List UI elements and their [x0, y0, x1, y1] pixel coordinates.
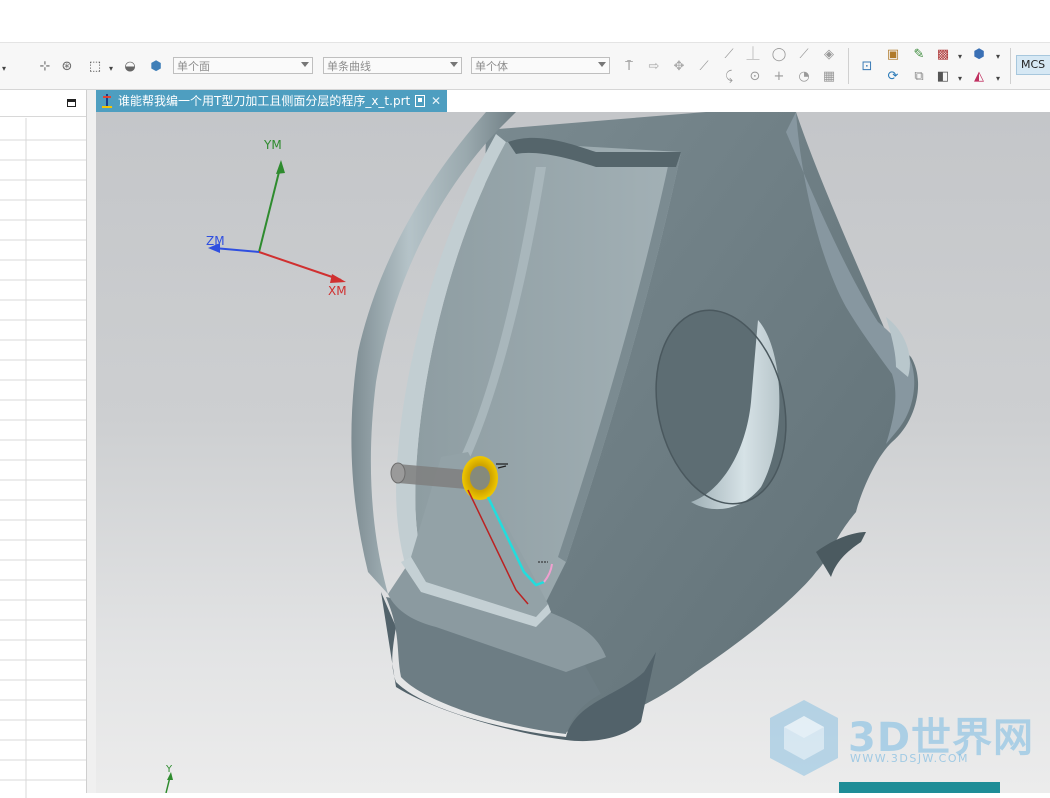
arrow-right-icon[interactable]: ⇨ — [645, 57, 663, 75]
fit-view-icon[interactable]: ⊡ — [858, 57, 876, 75]
toolbar-separator — [1010, 48, 1011, 84]
navigator-grid — [0, 118, 86, 798]
curve-filter-select[interactable]: 单条曲线 — [323, 57, 462, 74]
part-file-icon — [102, 94, 112, 108]
snap-point-icon[interactable]: ⊹ — [36, 57, 54, 75]
snap-arc-center-icon[interactable]: ⊙ — [746, 67, 764, 85]
select-filter-icon[interactable]: ⊛ — [58, 57, 76, 75]
chevron-down-icon — [450, 62, 458, 67]
axis-label-xm: XM — [328, 284, 347, 298]
modified-file-icon — [415, 95, 425, 107]
background-dropdown-icon[interactable]: ▾ — [994, 70, 1002, 88]
snap-quadrant-icon[interactable]: ◔ — [795, 67, 813, 85]
axis-y-line — [258, 163, 282, 253]
snap-face-icon[interactable]: ◈ — [820, 45, 838, 63]
close-icon[interactable]: ✕ — [431, 90, 443, 112]
snap-intersection-icon[interactable]: ⏊ — [744, 45, 762, 63]
snap-filter-icon[interactable]: ⍑ — [620, 57, 638, 75]
navigator-panel — [0, 90, 87, 798]
tool-shank-end — [390, 462, 406, 484]
snap-midpoint-icon[interactable]: ⟋ — [720, 45, 738, 63]
snap-grid-icon[interactable]: ▦ — [820, 67, 838, 85]
mcs-button[interactable]: MCS — [1016, 55, 1050, 75]
render-style-dropdown-icon[interactable]: ▾ — [956, 48, 964, 66]
layer-icon[interactable]: ⧉ — [910, 67, 928, 85]
watermark-url: WWW.3DSJW.COM — [850, 752, 969, 765]
snap-tangent-icon[interactable]: ⟋ — [795, 45, 813, 63]
snap-curve-icon[interactable]: ⤹ — [720, 67, 738, 85]
body-filter-value: 单个体 — [475, 59, 508, 73]
dropdown-arrow-icon[interactable]: ▾ — [0, 60, 8, 78]
axis-x-arrow — [330, 274, 346, 283]
graphics-viewport[interactable]: YM ZM XM Y — [96, 112, 1050, 793]
teal-panel-edge — [839, 782, 1000, 793]
axis-label-zm: ZM — [206, 234, 225, 248]
snap-point-on-curve-icon[interactable]: + — [770, 67, 788, 85]
rotate-icon[interactable]: ⟳ — [884, 67, 902, 85]
curve-filter-value: 单条曲线 — [327, 59, 371, 73]
tab-part-file[interactable]: 谁能帮我编一个用T型刀加工且侧面分层的程序_x_t.prt ✕ — [96, 90, 447, 112]
navigator-header — [0, 90, 86, 117]
axis-x-line — [258, 251, 342, 281]
mcs-label: MCS — [1021, 58, 1046, 71]
render-style-icon[interactable]: ▩ — [934, 45, 952, 63]
triad-label-y: Y — [166, 764, 173, 775]
title-area — [0, 0, 1050, 43]
axis-label-ym: YM — [264, 138, 282, 152]
face-filter-select[interactable]: 单个面 — [173, 57, 313, 74]
maximize-icon[interactable] — [67, 99, 76, 107]
tab-title: 谁能帮我编一个用T型刀加工且侧面分层的程序_x_t.prt — [118, 94, 411, 108]
document-tab-bar: 谁能帮我编一个用T型刀加工且侧面分层的程序_x_t.prt ✕ — [96, 90, 1050, 112]
snap-center-icon[interactable]: ◯ — [770, 45, 788, 63]
edge-display-icon[interactable]: ◧ — [934, 67, 952, 85]
edge-display-dropdown-icon[interactable]: ▾ — [956, 70, 964, 88]
chevron-down-icon — [301, 62, 309, 67]
select-mode-dropdown-icon[interactable]: ▾ — [107, 60, 115, 78]
part-model[interactable] — [96, 112, 1050, 793]
orient-view-dropdown-icon[interactable]: ▾ — [994, 48, 1002, 66]
view-shaded-icon[interactable]: ◒ — [121, 57, 139, 75]
toolbar-separator — [848, 48, 849, 84]
cube-view-icon[interactable]: ⬢ — [147, 57, 165, 75]
move-icon[interactable]: ✥ — [670, 57, 688, 75]
axis-z-line — [213, 247, 260, 253]
face-filter-value: 单个面 — [177, 59, 210, 73]
chevron-down-icon — [598, 62, 606, 67]
rectangle-select-icon[interactable]: ⬚ — [86, 57, 104, 75]
body-filter-select[interactable]: 单个体 — [471, 57, 610, 74]
background-icon[interactable]: ◭ — [970, 67, 988, 85]
tool-hub — [470, 466, 490, 490]
snap-endpoint-icon[interactable]: ⟋ — [695, 57, 713, 75]
orient-view-icon[interactable]: ⬢ — [970, 45, 988, 63]
pan-icon[interactable]: ✎ — [910, 45, 928, 63]
axis-y-arrow — [276, 160, 285, 174]
camera-icon[interactable]: ▣ — [884, 45, 902, 63]
